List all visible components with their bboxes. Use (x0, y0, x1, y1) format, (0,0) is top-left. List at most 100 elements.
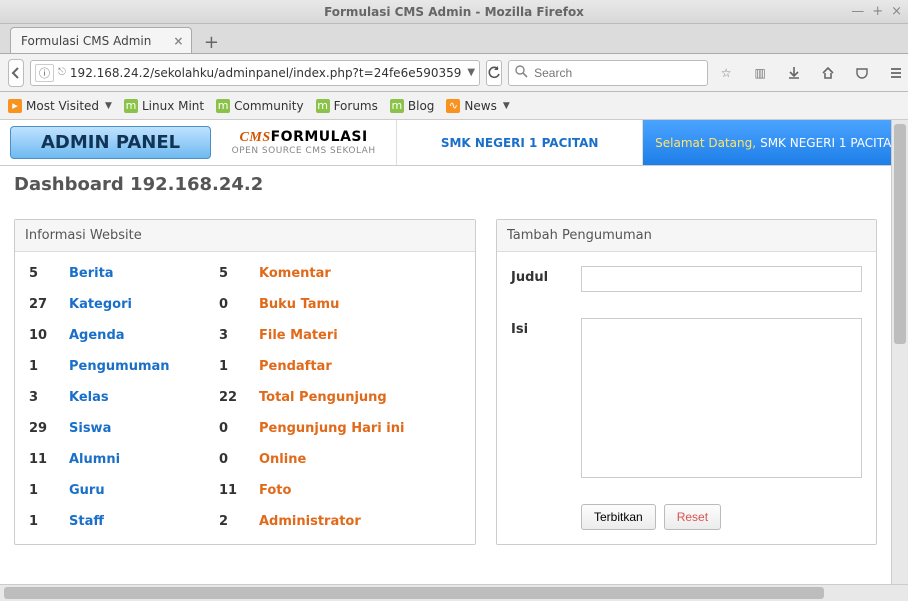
panel-header: Informasi Website (15, 220, 475, 252)
judul-input[interactable] (581, 266, 862, 292)
stat-link[interactable]: Administrator (259, 514, 461, 529)
stat-link[interactable]: Online (259, 452, 461, 467)
url-dropdown-icon[interactable]: ▼ (467, 67, 475, 78)
stat-link[interactable]: Foto (259, 483, 461, 498)
page-header: ADMIN PANEL CMSFORMULASI OPEN SOURCE CMS… (0, 120, 891, 166)
school-name[interactable]: SMK NEGERI 1 PACITAN (397, 120, 643, 165)
bookmark-most-visited[interactable]: ▸ Most Visited ▼ (8, 99, 112, 113)
stat-count: 11 (29, 452, 69, 467)
stat-count: 3 (219, 328, 259, 343)
stat-link[interactable]: File Materi (259, 328, 461, 343)
bookmark-forums[interactable]: m Forums (316, 99, 378, 113)
stat-count: 3 (29, 390, 69, 405)
stat-count: 27 (29, 297, 69, 312)
url-text: 192.168.24.2/sekolahku/adminpanel/index.… (70, 66, 461, 80)
browser-tab[interactable]: Formulasi CMS Admin × (10, 27, 192, 53)
search-bar[interactable] (508, 60, 708, 86)
stat-link[interactable]: Siswa (69, 421, 219, 436)
bookmark-star-icon[interactable]: ☆ (714, 59, 738, 87)
cms-logo[interactable]: CMSFORMULASI OPEN SOURCE CMS SEKOLAH (211, 120, 397, 165)
reset-button[interactable]: Reset (664, 504, 721, 530)
page-title: Dashboard 192.168.24.2 (0, 166, 891, 203)
stat-count: 10 (29, 328, 69, 343)
url-bar[interactable]: ⓘ ⎋ 192.168.24.2/sekolahku/adminpanel/in… (30, 60, 480, 86)
reload-button[interactable] (486, 60, 502, 86)
isi-textarea[interactable] (581, 318, 862, 478)
horizontal-scrollbar[interactable] (0, 584, 908, 601)
stat-count: 11 (219, 483, 259, 498)
mint-icon: m (216, 99, 230, 113)
stat-count: 29 (29, 421, 69, 436)
lock-icon: ⎋ (58, 67, 66, 78)
stat-count: 1 (29, 514, 69, 529)
stat-count: 1 (29, 483, 69, 498)
stat-link[interactable]: Guru (69, 483, 219, 498)
nav-toolbar: ⓘ ⎋ 192.168.24.2/sekolahku/adminpanel/in… (0, 54, 908, 92)
page-viewport: ADMIN PANEL CMSFORMULASI OPEN SOURCE CMS… (0, 120, 891, 584)
search-input[interactable] (534, 66, 701, 80)
mint-icon: m (124, 99, 138, 113)
mint-icon: m (390, 99, 404, 113)
window-close-icon[interactable]: × (891, 4, 902, 19)
pocket-icon[interactable] (850, 59, 874, 87)
bookmark-community[interactable]: m Community (216, 99, 303, 113)
admin-panel-button[interactable]: ADMIN PANEL (10, 126, 211, 159)
site-info-icon[interactable]: ⓘ (35, 64, 54, 82)
bookmark-linux-mint[interactable]: m Linux Mint (124, 99, 204, 113)
tab-label: Formulasi CMS Admin (21, 34, 151, 48)
isi-label: Isi (511, 318, 581, 478)
bookmark-news[interactable]: ∿ News ▼ (446, 99, 509, 113)
chevron-down-icon: ▼ (105, 101, 112, 111)
folder-icon: ▸ (8, 99, 22, 113)
stat-link[interactable]: Pendaftar (259, 359, 461, 374)
terbitkan-button[interactable]: Terbitkan (581, 504, 656, 530)
stat-link[interactable]: Pengunjung Hari ini (259, 421, 461, 436)
stat-link[interactable]: Komentar (259, 266, 461, 281)
new-tab-button[interactable]: + (198, 31, 224, 53)
stat-count: 5 (29, 266, 69, 281)
stat-count: 2 (219, 514, 259, 529)
window-titlebar: Formulasi CMS Admin - Mozilla Firefox — … (0, 0, 908, 24)
stat-count: 0 (219, 297, 259, 312)
search-icon (515, 65, 528, 81)
stat-link[interactable]: Staff (69, 514, 219, 529)
panel-tambah-pengumuman: Tambah Pengumuman Judul Isi Terbitkan Re… (496, 219, 877, 545)
chevron-down-icon: ▼ (503, 101, 510, 111)
panel-header: Tambah Pengumuman (497, 220, 876, 252)
rss-icon: ∿ (446, 99, 460, 113)
mint-icon: m (316, 99, 330, 113)
stat-link[interactable]: Kelas (69, 390, 219, 405)
downloads-icon[interactable] (782, 59, 806, 87)
stat-link[interactable]: Total Pengunjung (259, 390, 461, 405)
stat-link[interactable]: Agenda (69, 328, 219, 343)
info-grid: 5Berita5Komentar27Kategori0Buku Tamu10Ag… (29, 266, 461, 529)
stat-link[interactable]: Buku Tamu (259, 297, 461, 312)
stat-link[interactable]: Kategori (69, 297, 219, 312)
home-icon[interactable] (816, 59, 840, 87)
back-button[interactable] (8, 59, 24, 87)
scroll-thumb[interactable] (4, 587, 824, 599)
stat-link[interactable]: Pengumuman (69, 359, 219, 374)
window-maximize-icon[interactable]: + (872, 4, 883, 19)
stat-count: 5 (219, 266, 259, 281)
tab-strip: Formulasi CMS Admin × + (0, 24, 908, 54)
stat-count: 1 (219, 359, 259, 374)
library-icon[interactable]: ▥ (748, 59, 772, 87)
tab-close-icon[interactable]: × (173, 34, 183, 48)
panel-informasi-website: Informasi Website 5Berita5Komentar27Kate… (14, 219, 476, 545)
bookmark-bar: ▸ Most Visited ▼ m Linux Mint m Communit… (0, 92, 908, 120)
stat-link[interactable]: Berita (69, 266, 219, 281)
stat-count: 22 (219, 390, 259, 405)
vertical-scrollbar[interactable] (891, 120, 908, 584)
judul-label: Judul (511, 266, 581, 292)
welcome-banner: Selamat Datang, SMK NEGERI 1 PACITA (643, 120, 891, 165)
stat-count: 0 (219, 452, 259, 467)
scroll-thumb[interactable] (894, 124, 906, 344)
menu-icon[interactable] (884, 59, 908, 87)
stat-link[interactable]: Alumni (69, 452, 219, 467)
stat-count: 1 (29, 359, 69, 374)
window-minimize-icon[interactable]: — (851, 4, 864, 19)
window-title: Formulasi CMS Admin - Mozilla Firefox (324, 5, 584, 19)
bookmark-blog[interactable]: m Blog (390, 99, 435, 113)
stat-count: 0 (219, 421, 259, 436)
